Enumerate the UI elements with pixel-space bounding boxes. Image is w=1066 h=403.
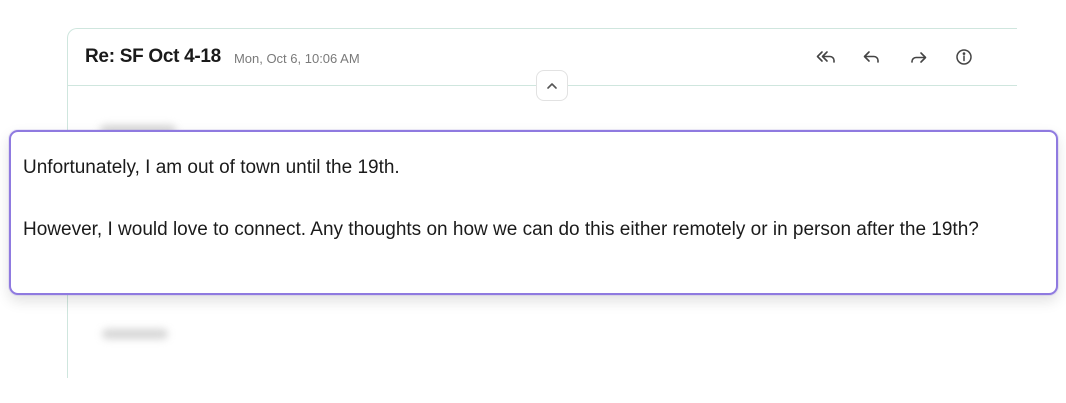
forward-icon xyxy=(911,52,927,63)
screen: Re: SF Oct 4-18 Mon, Oct 6, 10:06 AM Unf… xyxy=(0,0,1066,403)
chevron-up-icon xyxy=(547,82,557,89)
reply-button[interactable] xyxy=(849,44,895,70)
collapse-header-button[interactable] xyxy=(536,70,568,101)
highlighted-message-body: Unfortunately, I am out of town until th… xyxy=(9,130,1058,295)
reply-all-icon xyxy=(816,51,835,63)
email-toolbar xyxy=(803,44,987,70)
forward-button[interactable] xyxy=(895,44,941,70)
message-paragraph-1: Unfortunately, I am out of town until th… xyxy=(23,157,400,178)
info-button[interactable] xyxy=(941,44,987,70)
blurred-signoff xyxy=(102,329,168,339)
email-date: Mon, Oct 6, 10:06 AM xyxy=(233,51,360,66)
reply-icon xyxy=(863,51,879,63)
email-subject: Re: SF Oct 4-18 xyxy=(85,46,221,67)
info-icon xyxy=(956,49,972,65)
reply-all-button[interactable] xyxy=(803,44,849,70)
message-paragraph-2: However, I would love to connect. Any th… xyxy=(23,219,979,240)
